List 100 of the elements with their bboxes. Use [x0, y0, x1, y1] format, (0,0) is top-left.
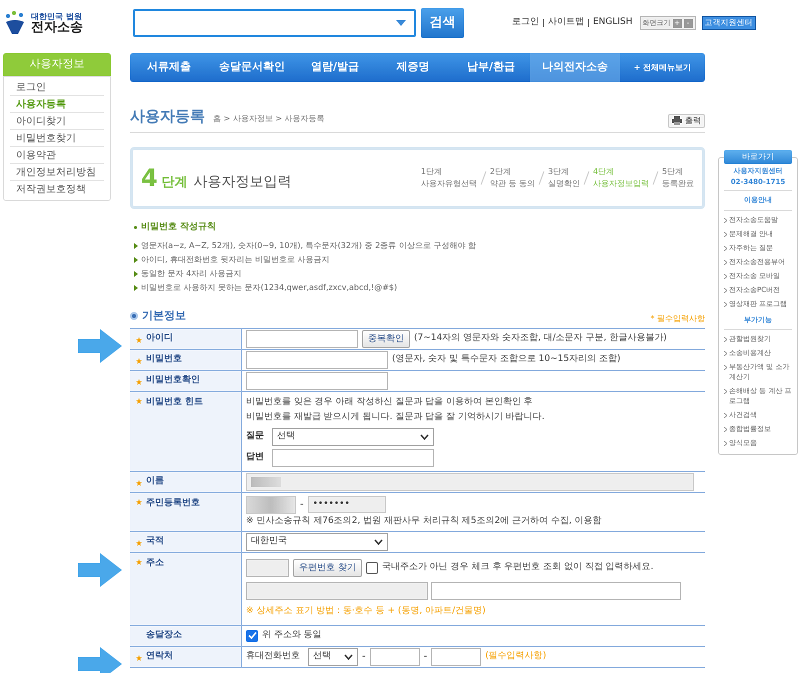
sidebar-item[interactable]: 사용자등록 — [10, 96, 104, 113]
nav-tab[interactable]: 제증명 — [374, 53, 452, 82]
chevron-down-icon — [344, 654, 353, 660]
input-field[interactable] — [272, 448, 434, 466]
name-field[interactable] — [246, 472, 694, 490]
quick-menu-title: 바로가기 — [724, 150, 792, 164]
checkbox[interactable] — [366, 562, 378, 574]
required-star-icon — [136, 336, 142, 342]
required-star-icon — [136, 559, 142, 565]
search-field[interactable] — [133, 9, 416, 37]
note-text: ※ 상세주소 표기 방법 : 동·호수 등 + (동명, 아파트/건물명) — [246, 605, 487, 618]
field-label: 주소 — [146, 557, 164, 570]
bullet-icon — [134, 257, 138, 263]
duplicate-check-button[interactable]: 중복확인 — [362, 330, 410, 348]
input-field[interactable] — [246, 582, 428, 600]
nav-tab[interactable]: 서류제출 — [130, 53, 208, 82]
chevron-right-icon — [724, 413, 727, 418]
support-button[interactable]: 고객지원센터 — [702, 16, 756, 30]
bullet-icon — [134, 243, 138, 249]
nav-tab[interactable]: 송달문서확인 — [208, 53, 296, 82]
input-field[interactable] — [431, 648, 482, 666]
sidebar-item[interactable]: 비밀번호찾기 — [10, 130, 104, 147]
dash-text: - — [362, 650, 366, 664]
checkbox[interactable] — [246, 630, 258, 642]
top-link[interactable]: 사이트맵 — [548, 16, 584, 30]
chevron-down-icon — [374, 539, 383, 545]
field-label: 아이디 — [146, 332, 173, 345]
top-link[interactable]: ENGLISH — [593, 16, 633, 30]
input-field[interactable] — [370, 648, 420, 666]
chevron-right-icon — [724, 218, 727, 222]
note-text: ※ 민사소송규칙 제76조의2, 법원 재판사무 처리규칙 제5조의2에 근거하여 수집, 이용함 — [246, 514, 602, 528]
bullet-icon — [134, 285, 138, 291]
hint-text: (영문자, 숫자 및 특수문자 조합으로 10~15자리의 조합) — [392, 352, 620, 366]
breadcrumb: 홈 > 사용자정보 > 사용자등록 — [213, 113, 325, 125]
input-field[interactable] — [246, 350, 388, 368]
checkbox-label: 국내주소가 아닌 경우 체크 후 우편번호 조회 없이 직접 입력하세요. — [382, 561, 654, 574]
search-button[interactable]: 검색 — [421, 8, 464, 38]
sidebar-item[interactable]: 아이디찾기 — [10, 113, 104, 130]
field-label: 국적 — [146, 535, 164, 548]
field-label: 연락처 — [146, 650, 173, 663]
field-label: 비밀번호 — [146, 352, 182, 366]
page-title: 사용자등록 — [130, 106, 205, 127]
help-text: 비밀번호를 잊은 경우 아래 작성하신 질문과 답을 이용하여 본인확인 후 — [246, 396, 534, 408]
step-item: 1단계 사용자유형선택 — [420, 166, 477, 190]
chevron-right-icon — [724, 365, 727, 370]
printer-icon — [672, 116, 682, 125]
chevron-right-icon — [724, 288, 727, 292]
dash-text: - — [424, 650, 428, 664]
bullet-icon — [134, 226, 137, 229]
select-field[interactable]: 대한민국 — [246, 533, 388, 551]
step-item: 5단계 등록완료 — [662, 166, 694, 190]
field-label: 송달장소 — [146, 628, 182, 642]
required-star-icon — [136, 498, 142, 504]
field-label: 비밀번호 힌트 — [146, 396, 204, 408]
nav-tab[interactable]: 열람/발급 — [296, 53, 374, 82]
all-menu-link[interactable]: + 전체메뉴보기 — [620, 62, 705, 74]
select-field[interactable]: 선택 — [272, 428, 434, 446]
phone-label: 휴대전화번호 — [246, 650, 300, 663]
rules-title: 비밀번호 작성규칙 — [141, 220, 216, 234]
print-button[interactable]: 출력 — [668, 114, 705, 128]
sidebar-item[interactable]: 이용약관 — [10, 147, 104, 164]
sidebar-item[interactable]: 개인정보처리방침 — [10, 164, 104, 181]
check-icon — [248, 631, 256, 640]
chevron-right-icon — [724, 274, 727, 278]
required-note: * 필수입력사항 — [650, 312, 705, 324]
step-item: 4단계 사용자정보입력 — [593, 166, 649, 190]
input-field[interactable] — [246, 330, 358, 348]
input-field[interactable] — [246, 559, 289, 577]
sidebar-item[interactable]: 저작권보호정책 — [10, 181, 104, 198]
rule-text: 동일한 문자 4자리 사용금지 — [141, 268, 242, 280]
section-title: 기본정보 — [142, 308, 186, 324]
answer-label: 답변 — [246, 450, 265, 464]
field-label: 이름 — [146, 474, 164, 488]
chevron-right-icon — [724, 351, 727, 356]
chevron-right-icon — [724, 441, 727, 446]
dropdown-caret-icon — [396, 20, 406, 26]
bullet-icon — [134, 271, 138, 277]
top-link[interactable]: 로그인 — [512, 16, 539, 30]
chevron-right-icon — [724, 302, 727, 306]
select-field[interactable]: 선택 — [308, 648, 358, 666]
sidebar-title: 사용자정보 — [3, 53, 111, 76]
required-star-icon — [136, 378, 142, 384]
input-field[interactable] — [431, 582, 681, 600]
rule-text: 영문자(a~z, A~Z, 52개), 숫자(0~9, 10개), 특수문자(32개) 중 2종류 이상으로 구성해야 함 — [141, 240, 476, 252]
step-item: 2단계 약관 등 동의 — [490, 166, 535, 190]
nav-tab[interactable]: 납부/환급 — [452, 53, 530, 82]
note-text: (필수입력사항) — [485, 650, 546, 663]
masked-field[interactable]: ••••••• — [308, 496, 386, 513]
required-star-icon — [136, 480, 142, 486]
sidebar-item[interactable]: 로그인 — [10, 79, 104, 96]
checkbox-label: 위 주소와 동일 — [262, 628, 322, 642]
chevron-right-icon — [724, 337, 727, 342]
input-field[interactable] — [246, 372, 388, 390]
step-number: 4 — [141, 162, 158, 194]
chevron-right-icon — [724, 246, 727, 250]
step-unit: 단계 — [162, 174, 188, 192]
chevron-right-icon — [724, 260, 727, 264]
postcode-search-button[interactable]: 우편번호 찾기 — [293, 559, 362, 577]
chevron-right-icon — [724, 427, 727, 432]
rule-text: 아이디, 휴대전화번호 뒷자리는 비밀번호로 사용금지 — [141, 254, 330, 266]
